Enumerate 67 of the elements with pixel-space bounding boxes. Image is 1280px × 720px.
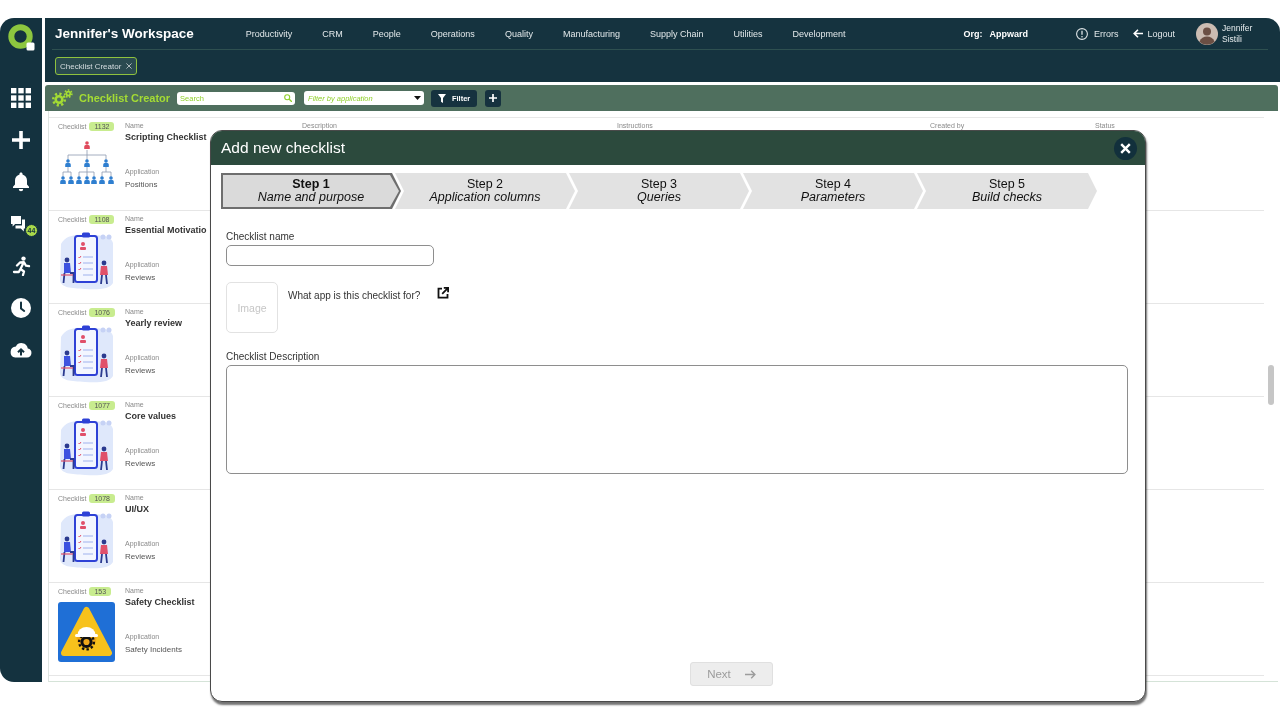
page-title: Checklist Creator <box>79 92 171 104</box>
org-name: Appward <box>989 28 1028 39</box>
plus-icon <box>489 94 498 102</box>
clipboard-people-drawing <box>58 230 115 290</box>
application-name: Reviews <box>125 273 156 283</box>
nav-item[interactable]: Utilities <box>733 28 763 39</box>
application-name: Reviews <box>125 459 156 469</box>
step-tab[interactable]: Step 2 Application columns <box>395 173 575 209</box>
plus-icon[interactable] <box>11 130 31 150</box>
clipboard-people-drawing <box>58 509 115 569</box>
user-name: Jennifer Sistili <box>1222 22 1254 45</box>
cloud-upload-icon[interactable] <box>10 340 32 358</box>
checklist-name: UI/UX <box>125 504 149 515</box>
checklist-name: Essential Motivatio <box>125 225 207 236</box>
chat-bubbles-icon[interactable] <box>11 215 25 233</box>
close-button[interactable] <box>1114 136 1137 160</box>
nav-item[interactable]: Development <box>792 28 846 39</box>
nav-item[interactable]: Operations <box>430 28 475 39</box>
nav-item[interactable]: Productivity <box>245 28 293 39</box>
arrow-right-icon <box>744 669 756 679</box>
application-name: Safety Incidents <box>125 645 182 655</box>
step-tab[interactable]: Step 5 Build checks <box>917 173 1097 209</box>
nav-item[interactable]: Supply Chain <box>649 28 704 39</box>
workspace-title: Jennifer's Workspace <box>55 26 194 41</box>
application-name: Reviews <box>125 552 156 562</box>
checklist-name: Safety Checklist <box>125 597 195 608</box>
errors-button[interactable]: Errors <box>1075 27 1119 40</box>
application-name: Reviews <box>125 366 156 376</box>
exclamation-circle-icon <box>1075 27 1088 40</box>
logout-button[interactable]: Logout <box>1133 28 1175 39</box>
description-field[interactable] <box>226 365 1128 474</box>
checklist-name: Core values <box>125 411 177 422</box>
running-person-icon[interactable] <box>11 256 31 276</box>
external-link-icon[interactable] <box>437 287 450 299</box>
logo-icon[interactable] <box>7 24 35 51</box>
clipboard-people-drawing <box>58 416 115 476</box>
field-label: Checklist name <box>226 231 295 243</box>
step-tab[interactable]: Step 4 Parameters <box>743 173 923 209</box>
application-name: Positions <box>125 180 158 190</box>
avatar-icon[interactable] <box>1196 22 1218 45</box>
clock-icon[interactable] <box>11 298 31 318</box>
hardhat-warning-sign-drawing <box>58 602 115 662</box>
nav-item[interactable]: People <box>372 28 401 39</box>
nav-item[interactable]: Quality <box>504 28 533 39</box>
nav-item[interactable]: Manufacturing <box>562 28 620 39</box>
checklist-name-field[interactable] <box>226 245 434 266</box>
app-question: What app is this checklist for? <box>288 290 421 302</box>
close-icon[interactable] <box>126 63 133 69</box>
step-tab[interactable]: Step 3 Queries <box>569 173 749 209</box>
caret-icon <box>414 96 422 100</box>
gears-icon <box>52 89 73 107</box>
checklist-name: Scripting Checklist <box>125 132 207 143</box>
clipboard-people-drawing <box>58 323 115 383</box>
step-tab[interactable]: Step 1 Name and purpose <box>221 173 401 209</box>
arrow-left-icon <box>1133 29 1144 38</box>
workspace-tab[interactable]: Checklist Creator <box>55 57 138 75</box>
apps-grid-icon[interactable] <box>11 88 31 108</box>
field-label: Checklist Description <box>226 351 320 363</box>
bell-icon[interactable] <box>11 172 31 192</box>
funnel-icon <box>437 93 446 103</box>
checklist-name: Yearly review <box>125 318 183 329</box>
scrollbar-thumb[interactable] <box>1268 365 1274 405</box>
add-button[interactable] <box>485 89 502 107</box>
org-label: Org: <box>963 28 983 39</box>
nav-item[interactable]: CRM <box>322 28 343 39</box>
close-icon <box>1120 142 1131 154</box>
dialog-title: Add new checklist <box>221 139 346 157</box>
